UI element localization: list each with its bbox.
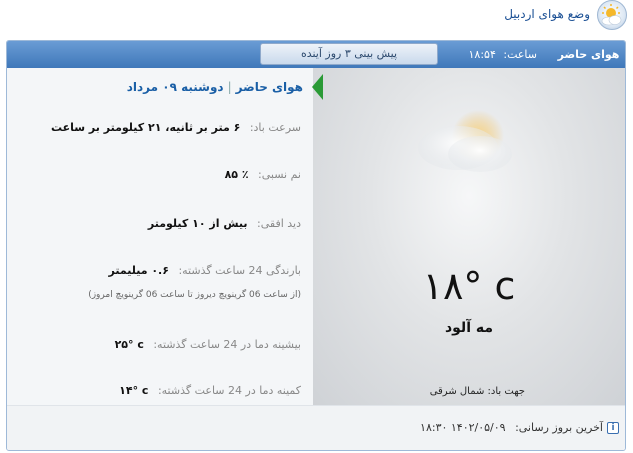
max-temp-value: ۲۵° c (114, 338, 144, 351)
wind-speed-row: سرعت باد: ۶ متر بر ثانیه، ۲۱ کیلومتر بر … (51, 121, 301, 134)
current-weather-image: ١٨° c مه آلود جهت باد: شمال شرقی (313, 68, 625, 405)
wind-direction-value: شمال شرقی (429, 386, 485, 397)
tab-forecast-3-days[interactable]: پیش بینی ۳ روز آینده (260, 43, 438, 65)
cloudy-sun-icon (418, 110, 512, 172)
humidity-label: نم نسبی: (258, 168, 301, 181)
wind-direction: جهت باد: شمال شرقی (430, 386, 525, 397)
weather-widget: هوای حاضر ساعت: ۱۸:۵۴ پیش بینی ۳ روز آین… (6, 40, 626, 451)
wind-speed-label: سرعت باد: (249, 121, 301, 134)
min-temp-row: کمینه دما در 24 ساعت گذشته: ۱۴° c (119, 384, 301, 397)
details-header-title: هوای حاضر (235, 80, 303, 94)
page-header: وضع هوای اردبیل (0, 0, 633, 33)
clock: ساعت: ۱۸:۵۴ (469, 41, 537, 68)
info-icon: i (607, 422, 619, 434)
rain-value: ۰.۶ میلیمتر (108, 264, 169, 277)
clock-label: ساعت: (503, 48, 537, 61)
humidity-value: ٪ ۸۵ (224, 168, 249, 181)
tab-bar: هوای حاضر ساعت: ۱۸:۵۴ پیش بینی ۳ روز آین… (7, 41, 625, 68)
current-temperature: ١٨° c (422, 264, 516, 308)
last-update-value: ۱۸:۳۰ ۱۴۰۲/۰۵/۰۹ (420, 421, 506, 434)
details-header-date: دوشنبه ۰۹ مرداد (126, 80, 224, 94)
weather-condition: مه آلود (444, 320, 494, 336)
wind-direction-label: جهت باد: (487, 386, 525, 397)
min-temp-label: کمینه دما در 24 ساعت گذشته: (157, 384, 301, 397)
max-temp-row: بیشینه دما در 24 ساعت گذشته: ۲۵° c (115, 338, 301, 351)
last-update: آخرین بروز رسانی: ۱۸:۳۰ ۱۴۰۲/۰۵/۰۹ (420, 421, 603, 434)
wind-speed-value: ۶ متر بر ثانیه، ۲۱ کیلومتر بر ساعت (51, 121, 241, 134)
rain-note: (از ساعت 06 گرینویچ دیروز تا ساعت 06 گری… (88, 290, 301, 300)
visibility-label: دید افقی: (257, 217, 301, 230)
rain-label: بارندگی 24 ساعت گذشته: (178, 264, 301, 277)
weather-details: هوای حاضر|دوشنبه ۰۹ مرداد سرعت باد: ۶ مت… (7, 68, 309, 405)
page-title: وضع هوای اردبیل (504, 7, 590, 21)
partly-cloudy-icon (597, 0, 627, 30)
details-header: هوای حاضر|دوشنبه ۰۹ مرداد (127, 80, 303, 94)
rain-row: بارندگی 24 ساعت گذشته: ۰.۶ میلیمتر (109, 264, 301, 277)
max-temp-label: بیشینه دما در 24 ساعت گذشته: (153, 338, 301, 351)
last-update-label: آخرین بروز رسانی: (515, 421, 603, 434)
visibility-value: بیش از ۱۰ کیلومتر (147, 217, 248, 230)
widget-footer: i آخرین بروز رسانی: ۱۸:۳۰ ۱۴۰۲/۰۵/۰۹ (7, 405, 625, 450)
min-temp-value: ۱۴° c (119, 384, 149, 397)
clock-time: ۱۸:۵۴ (468, 48, 496, 61)
tab-current-weather[interactable]: هوای حاضر (552, 41, 625, 68)
humidity-row: نم نسبی: ٪ ۸۵ (225, 168, 301, 181)
active-pointer (312, 74, 323, 100)
header-separator: | (227, 80, 232, 94)
visibility-row: دید افقی: بیش از ۱۰ کیلومتر (148, 217, 301, 230)
